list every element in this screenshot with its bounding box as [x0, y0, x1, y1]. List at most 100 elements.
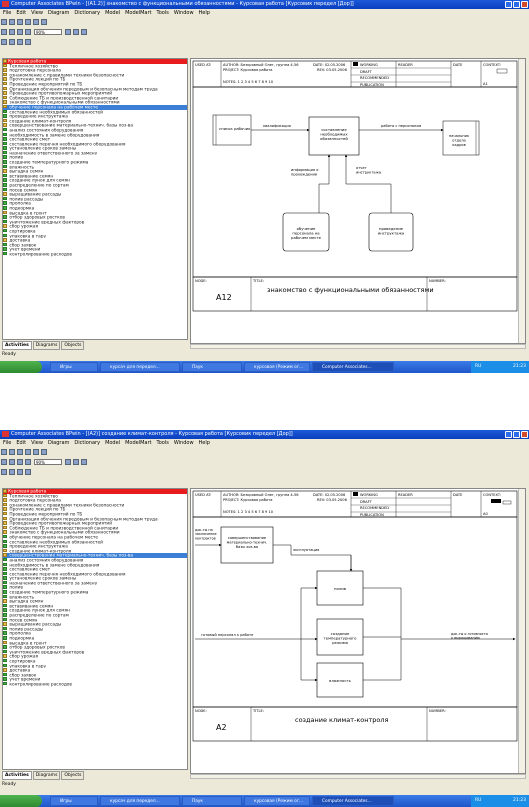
text-tool-icon[interactable] — [25, 449, 31, 455]
start-button[interactable] — [0, 795, 42, 807]
maximize-button[interactable] — [513, 1, 520, 8]
model-tool-icon[interactable] — [1, 469, 7, 475]
print-icon[interactable] — [25, 29, 31, 35]
menu-tools[interactable]: Tools — [156, 10, 168, 16]
taskbar-item-spider[interactable]: Паук — [182, 362, 242, 372]
menu-window[interactable]: Window — [174, 440, 194, 446]
squiggle-tool-icon[interactable] — [33, 19, 39, 25]
tree-node[interactable]: контролирование расходов — [3, 681, 187, 687]
menu-help[interactable]: Help — [199, 440, 210, 446]
taskbar-item-bpwin[interactable]: Computer Associates... — [312, 796, 394, 806]
node-label: NODE: — [195, 279, 207, 283]
pointer-tool-icon[interactable] — [1, 449, 7, 455]
maximize-button[interactable] — [513, 431, 520, 438]
new-icon[interactable] — [1, 29, 7, 35]
horizontal-scrollbar[interactable] — [190, 774, 526, 779]
menu-view[interactable]: View — [31, 440, 43, 446]
vertical-scrollbar[interactable] — [518, 59, 525, 343]
menu-dictionary[interactable]: Dictionary — [74, 440, 100, 446]
arrow-tool-icon[interactable] — [17, 449, 23, 455]
menu-modelmart[interactable]: ModelMart — [125, 10, 151, 16]
zoom-out-icon[interactable] — [73, 459, 79, 465]
taskbar-item-word[interactable]: курсовая (Режим ог... — [244, 362, 310, 372]
activity-node-icon — [3, 489, 7, 493]
menu-edit[interactable]: Edit — [16, 10, 26, 16]
taskbar-item-games[interactable]: Игры — [50, 362, 98, 372]
menu-view[interactable]: View — [31, 10, 43, 16]
system-tray: RU 21:23 — [471, 795, 529, 807]
zoom-select[interactable]: 90% — [34, 29, 62, 35]
vertical-scrollbar[interactable] — [518, 489, 525, 773]
box-tool-icon[interactable] — [9, 449, 15, 455]
taskbar-item-bpwin[interactable]: Computer Associates... — [312, 362, 394, 372]
menu-diagram[interactable]: Diagram — [48, 440, 69, 446]
diagram-tool-icon[interactable] — [41, 19, 47, 25]
new-icon[interactable] — [1, 459, 7, 465]
taskbar-item-games[interactable]: Игры — [50, 796, 98, 806]
pointer-tool-icon[interactable] — [1, 19, 7, 25]
tab-objects[interactable]: Objects — [61, 771, 85, 780]
language-indicator[interactable]: RU — [475, 795, 481, 807]
minimize-button[interactable] — [505, 1, 512, 8]
zoom-out-icon[interactable] — [73, 29, 79, 35]
menu-file[interactable]: File — [3, 440, 11, 446]
box-tool-icon[interactable] — [9, 19, 15, 25]
menu-edit[interactable]: Edit — [16, 440, 26, 446]
report-tool-icon[interactable] — [9, 39, 15, 45]
activity-node-icon — [3, 557, 7, 562]
arrow-tool-icon[interactable] — [17, 19, 23, 25]
taskbar-item-word[interactable]: курсовая (Режим ог... — [244, 796, 310, 806]
menu-dictionary[interactable]: Dictionary — [74, 10, 100, 16]
menu-window[interactable]: Window — [174, 10, 194, 16]
model-tool-icon[interactable] — [1, 39, 7, 45]
horizontal-scrollbar[interactable] — [190, 344, 526, 349]
menu-modelmart[interactable]: ModelMart — [125, 440, 151, 446]
tab-activities[interactable]: Activities — [2, 341, 32, 350]
zoom-in-icon[interactable] — [65, 29, 71, 35]
close-button[interactable] — [521, 431, 528, 438]
taskbar-item-coursework-doc[interactable]: курсач для передел... — [100, 362, 180, 372]
diagram-tool-icon[interactable] — [41, 449, 47, 455]
font-tool-icon[interactable] — [25, 469, 31, 475]
tab-activities[interactable]: Activities — [2, 771, 32, 780]
font-tool-icon[interactable] — [25, 39, 31, 45]
menu-help[interactable]: Help — [199, 10, 210, 16]
tab-objects[interactable]: Objects — [61, 341, 85, 350]
report-tool-icon[interactable] — [9, 469, 15, 475]
close-button[interactable] — [521, 1, 528, 8]
menu-model[interactable]: Model — [105, 10, 120, 16]
tab-diagrams[interactable]: Diagrams — [32, 341, 61, 350]
menu-diagram[interactable]: Diagram — [48, 10, 69, 16]
text-tool-icon[interactable] — [25, 19, 31, 25]
diagram-canvas[interactable]: USED AT: AUTHOR: Безкровный Олег, группа… — [190, 58, 526, 344]
activity-node-icon — [3, 502, 7, 507]
zoom-select[interactable]: 90% — [34, 459, 62, 465]
menu-file[interactable]: File — [3, 10, 11, 16]
activity-node-icon — [3, 521, 7, 525]
arrow-style-icon[interactable] — [17, 469, 23, 475]
menu-model[interactable]: Model — [105, 440, 120, 446]
help-icon[interactable] — [81, 459, 87, 465]
minimize-button[interactable] — [505, 431, 512, 438]
taskbar-item-spider[interactable]: Паук — [182, 796, 242, 806]
zoom-in-icon[interactable] — [65, 459, 71, 465]
save-icon[interactable] — [17, 459, 23, 465]
open-icon[interactable] — [9, 459, 15, 465]
tree-node[interactable]: контролирование расходов — [3, 251, 187, 257]
language-indicator[interactable]: RU — [475, 361, 481, 373]
start-button[interactable] — [0, 361, 42, 373]
help-icon[interactable] — [81, 29, 87, 35]
save-icon[interactable] — [17, 29, 23, 35]
squiggle-tool-icon[interactable] — [33, 449, 39, 455]
model-explorer-tree[interactable]: Курсовая работа Тепличное хозяйство подг… — [2, 488, 188, 770]
model-explorer-tree[interactable]: Курсовая работа Тепличное хозяйство подг… — [2, 58, 188, 340]
activity-node-icon — [3, 681, 7, 686]
print-icon[interactable] — [25, 459, 31, 465]
tab-diagrams[interactable]: Diagrams — [32, 771, 61, 780]
context-box — [496, 68, 508, 74]
menu-tools[interactable]: Tools — [156, 440, 168, 446]
open-icon[interactable] — [9, 29, 15, 35]
arrow-style-icon[interactable] — [17, 39, 23, 45]
diagram-canvas[interactable]: USED AT: AUTHOR: Безкровный Олег, группа… — [190, 488, 526, 774]
taskbar-item-coursework-doc[interactable]: курсач для передел... — [100, 796, 180, 806]
